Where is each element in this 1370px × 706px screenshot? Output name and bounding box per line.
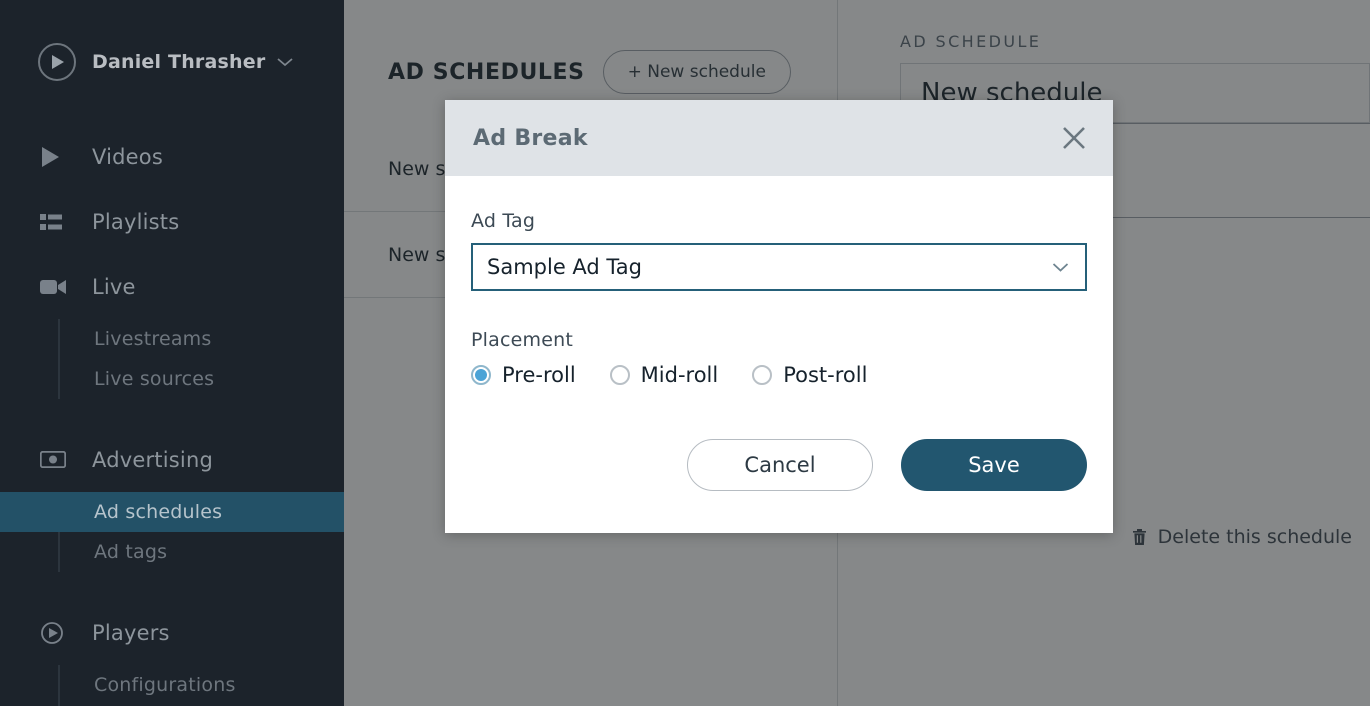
sidebar-item-videos[interactable]: Videos [0,124,344,189]
radio-mid-roll[interactable]: Mid-roll [609,363,719,387]
sidebar-item-playlists[interactable]: Playlists [0,189,344,254]
chevron-down-icon [277,57,294,67]
sidebar-subnav-live: Livestreams Live sources [0,319,344,399]
play-circle-outline-icon [40,621,70,645]
radio-indicator [471,365,491,385]
ad-tag-label: Ad Tag [471,210,536,232]
sidebar: Daniel Thrasher Videos Playlists Live Li… [0,0,344,706]
radio-label: Mid-roll [640,363,719,387]
ad-tag-select[interactable]: Sample Ad Tag [471,243,1087,291]
sidebar-item-label: Players [92,620,170,645]
video-camera-icon [40,278,70,296]
account-name: Daniel Thrasher [92,51,266,73]
sidebar-item-label: Videos [92,144,163,169]
banknote-icon [40,451,70,468]
sidebar-subnav-advertising: Ad schedules Ad tags [0,492,344,572]
save-button[interactable]: Save [901,439,1087,491]
list-icon [40,213,70,231]
modal-actions: Cancel Save [471,387,1087,533]
radio-indicator [609,365,630,385]
sidebar-nav: Videos Playlists Live Livestreams Live s… [0,124,344,706]
sidebar-item-label: Advertising [92,447,213,472]
sidebar-item-label: Live [92,274,136,299]
placement-radio-row: Pre-roll Mid-roll Post-roll [471,363,1087,387]
radio-label: Post-roll [783,363,868,387]
sidebar-item-ad-schedules[interactable]: Ad schedules [0,492,344,532]
placement-group: Placement Pre-roll Mid-roll Post-roll [471,329,1087,387]
close-icon[interactable] [1061,125,1087,151]
sidebar-item-live-sources[interactable]: Live sources [0,359,344,399]
modal-header: Ad Break [445,100,1113,176]
sidebar-item-label: Playlists [92,209,180,234]
placement-label: Placement [471,329,574,351]
app-root: AD SCHEDULES + New schedule New s New s … [0,0,1370,706]
account-switcher[interactable]: Daniel Thrasher [0,0,344,124]
ad-break-modal: Ad Break Ad Tag Sample Ad Tag Placement [445,100,1113,533]
cancel-button[interactable]: Cancel [687,439,873,491]
radio-label: Pre-roll [502,363,576,387]
chevron-down-icon [1052,262,1069,273]
sidebar-item-live[interactable]: Live [0,254,344,319]
sidebar-subnav-players: Configurations Tokens [0,665,344,706]
sidebar-item-players[interactable]: Players [0,600,344,665]
modal-body: Ad Tag Sample Ad Tag Placement Pre-roll … [445,176,1113,533]
sidebar-item-configurations[interactable]: Configurations [0,665,344,705]
radio-post-roll[interactable]: Post-roll [752,363,867,387]
play-circle-icon [38,43,76,81]
radio-indicator [752,365,773,385]
sidebar-item-ad-tags[interactable]: Ad tags [0,532,344,572]
sidebar-item-livestreams[interactable]: Livestreams [0,319,344,359]
ad-tag-selected-value: Sample Ad Tag [487,255,642,279]
radio-pre-roll[interactable]: Pre-roll [471,363,576,387]
modal-title: Ad Break [473,125,588,151]
sidebar-item-advertising[interactable]: Advertising [0,427,344,492]
play-triangle-icon [40,146,70,168]
